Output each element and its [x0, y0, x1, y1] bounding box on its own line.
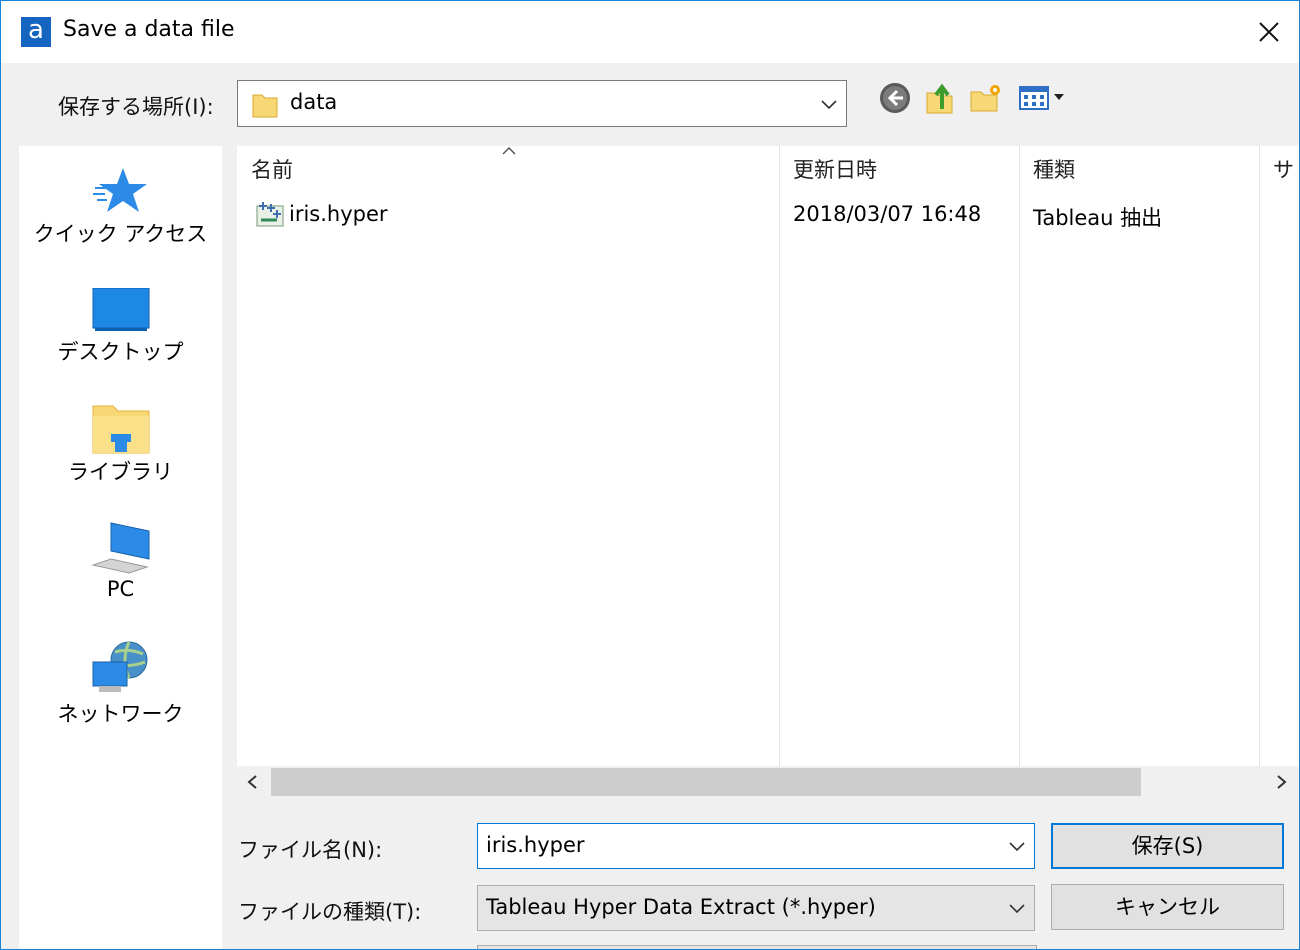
place-label: ライブラリ — [68, 460, 173, 484]
column-header-modified[interactable]: 更新日時 — [793, 154, 877, 184]
close-button[interactable] — [1239, 1, 1299, 63]
place-label: デスクトップ — [57, 340, 184, 364]
location-dropdown[interactable]: data — [237, 80, 847, 127]
close-icon — [1259, 22, 1279, 42]
place-network[interactable]: ネットワーク — [19, 638, 222, 728]
save-dialog: a Save a data file 保存する場所(I): data クイック … — [0, 0, 1300, 950]
filetype-dropdown[interactable]: Tableau Hyper Data Extract (*.hyper) — [477, 885, 1035, 931]
scroll-left-icon[interactable] — [245, 774, 261, 790]
cancel-button[interactable]: キャンセル — [1051, 884, 1284, 930]
hidden-combo-edge — [477, 945, 1037, 949]
filename-input[interactable]: iris.hyper — [477, 823, 1035, 869]
column-header-size[interactable]: サ — [1273, 154, 1294, 184]
up-folder-icon — [926, 83, 953, 114]
column-header-type[interactable]: 種類 — [1033, 154, 1075, 184]
file-list[interactable]: 名前 更新日時 種類 サ iris.hyper 2018/03/07 16:48… — [237, 146, 1299, 766]
column-header-name[interactable]: 名前 — [251, 154, 293, 184]
horizontal-scrollbar[interactable] — [237, 766, 1299, 798]
filename-value: iris.hyper — [486, 833, 585, 857]
back-button[interactable] — [878, 81, 912, 115]
chevron-down-icon — [821, 99, 837, 109]
new-folder-button[interactable] — [969, 81, 1003, 115]
location-value: data — [290, 90, 338, 114]
place-label: クイック アクセス — [33, 222, 208, 246]
sort-ascending-icon — [502, 146, 516, 155]
places-bar: クイック アクセス デスクトップ ライブラリ PC ネットワーク — [19, 146, 222, 949]
column-divider — [1259, 146, 1260, 766]
place-desktop[interactable]: デスクトップ — [19, 288, 222, 366]
desktop-icon — [92, 288, 149, 331]
chevron-down-icon[interactable] — [1008, 840, 1026, 852]
scrollbar-thumb[interactable] — [271, 768, 1141, 796]
column-divider — [779, 146, 780, 766]
place-label: PC — [106, 577, 135, 601]
window-title: Save a data file — [63, 17, 235, 42]
up-folder-button[interactable] — [923, 81, 957, 115]
place-quick-access[interactable]: クイック アクセス — [19, 166, 222, 248]
filetype-label: ファイルの種類(T): — [238, 900, 422, 924]
file-type: Tableau 抽出 — [1033, 206, 1163, 230]
view-menu-button[interactable] — [1017, 81, 1067, 115]
filename-label: ファイル名(N): — [238, 838, 383, 862]
scroll-right-icon[interactable] — [1273, 774, 1289, 790]
network-icon — [92, 641, 147, 692]
computer-icon — [90, 522, 149, 574]
quick-access-star-icon — [92, 168, 147, 212]
new-folder-icon — [970, 85, 1000, 112]
location-label: 保存する場所(I): — [58, 95, 214, 119]
library-folder-icon — [92, 405, 149, 454]
back-arrow-icon — [880, 83, 910, 113]
view-grid-icon — [1019, 86, 1064, 110]
folder-icon — [252, 94, 278, 118]
place-label: ネットワーク — [57, 702, 184, 726]
app-icon: a — [21, 17, 51, 47]
save-button[interactable]: 保存(S) — [1051, 823, 1284, 869]
file-modified: 2018/03/07 16:48 — [793, 202, 982, 226]
place-library[interactable]: ライブラリ — [19, 404, 222, 486]
filetype-value: Tableau Hyper Data Extract (*.hyper) — [486, 895, 876, 919]
file-row[interactable]: iris.hyper 2018/03/07 16:48 Tableau 抽出 — [237, 196, 1299, 230]
column-divider — [1019, 146, 1020, 766]
file-name: iris.hyper — [289, 202, 388, 226]
chevron-down-icon — [1009, 904, 1025, 914]
hyper-file-icon — [256, 202, 284, 227]
place-pc[interactable]: PC — [19, 521, 222, 601]
title-bar: a Save a data file — [1, 1, 1299, 63]
